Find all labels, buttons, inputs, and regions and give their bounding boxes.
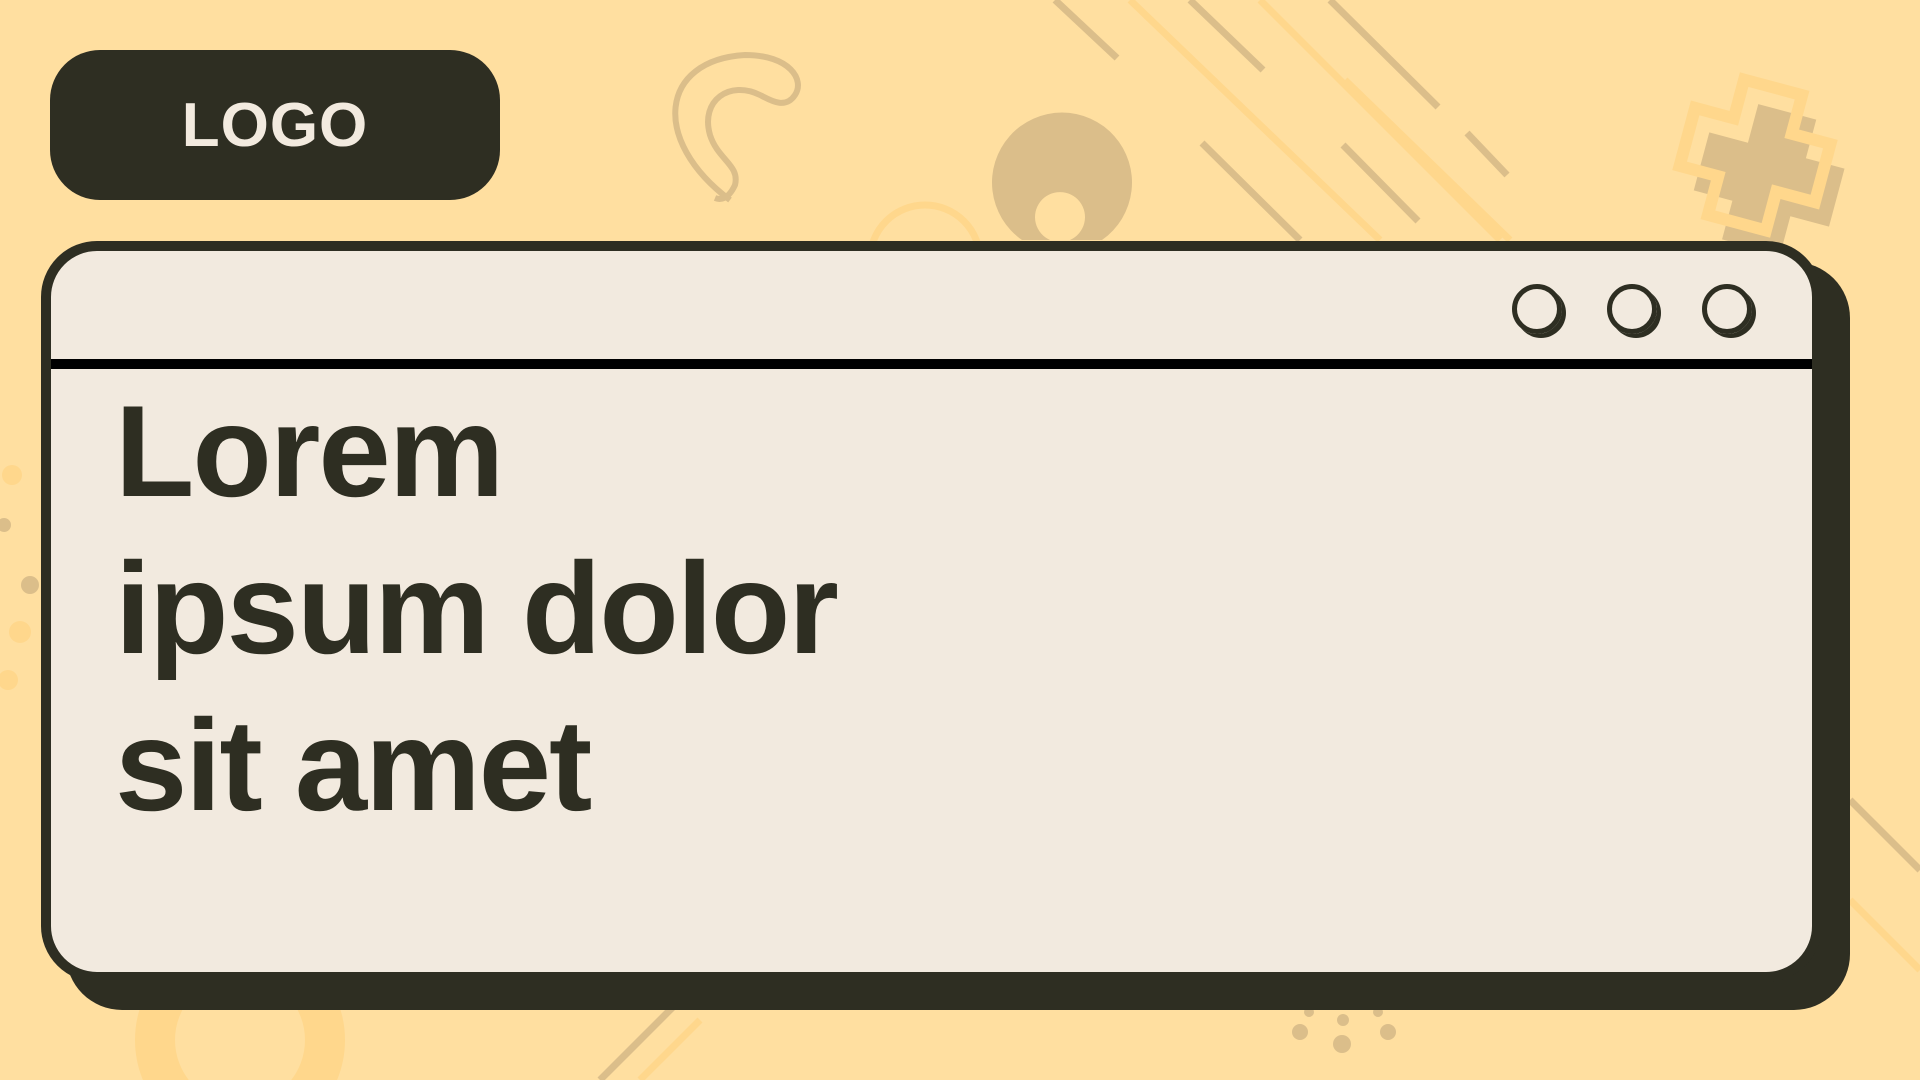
window-control-circle-icon[interactable]	[1702, 284, 1752, 334]
headline-line-1: Lorem	[115, 378, 504, 524]
headline-line-2: ipsum dolor	[115, 535, 839, 681]
headline: Lorem ipsum dolor sit amet	[115, 373, 839, 844]
browser-window: Lorem ipsum dolor sit amet	[41, 241, 1822, 982]
logo-text: LOGO	[181, 90, 369, 160]
window-title-bar	[51, 251, 1812, 369]
headline-line-3: sit amet	[115, 692, 592, 838]
window-control-circle-icon[interactable]	[1607, 284, 1657, 334]
logo[interactable]: LOGO	[50, 50, 500, 200]
window-control-circle-icon[interactable]	[1512, 284, 1562, 334]
